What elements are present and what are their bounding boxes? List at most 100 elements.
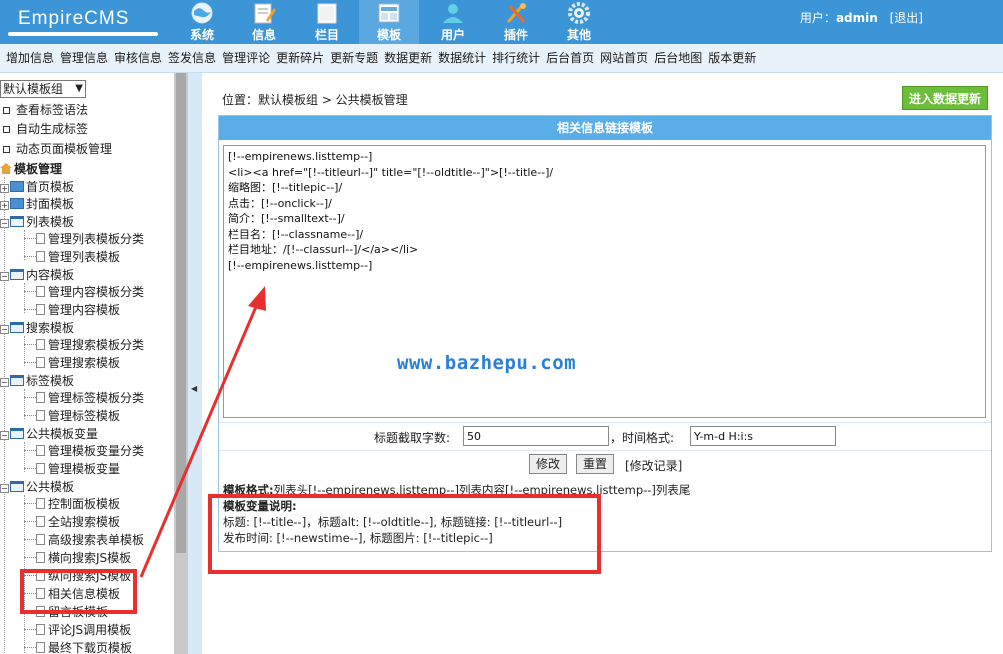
nav-template[interactable]: 模板	[359, 0, 419, 44]
nav-column[interactable]: 栏目	[297, 0, 357, 44]
annotation-box-variables	[208, 494, 601, 574]
tree-folder-cover-tpl[interactable]: + 封面模板	[0, 195, 74, 213]
tree-item-content-manage[interactable]: 管理内容模板	[24, 301, 120, 319]
nav-label: 其他	[566, 28, 591, 42]
tree-item-var-manage[interactable]: 管理模板变量	[24, 460, 120, 478]
tree-folder-public-tpl[interactable]: − 公共模板	[0, 478, 74, 496]
sidebar-link-tag-syntax[interactable]: 查看标签语法	[0, 101, 88, 119]
tree-item-label: 控制面板模板	[48, 497, 121, 511]
menu-update-fragments[interactable]: 更新碎片	[276, 44, 324, 73]
tree-folder-list-tpl[interactable]: − 列表模板	[0, 213, 74, 231]
tree-folder-content-tpl[interactable]: − 内容模板	[0, 266, 74, 284]
empirecms-logo[interactable]: EmpireCMS	[0, 0, 170, 44]
tree-item-label: 评论JS调用模板	[48, 623, 132, 637]
page-icon	[36, 624, 45, 635]
tree-item-download-page[interactable]: 最终下载页模板	[24, 639, 132, 654]
tree-item-list-manage[interactable]: 管理列表模板	[24, 248, 120, 266]
collapse-minus-icon: −	[0, 219, 9, 228]
page-icon	[36, 251, 45, 262]
sidebar-link-label: 自动生成标签	[16, 122, 89, 136]
action-row: 修改 重置 [修改记录]	[219, 450, 991, 476]
tree-item-label: 管理模板变量分类	[48, 444, 145, 458]
reset-button[interactable]: 重置	[576, 454, 615, 474]
time-format-input[interactable]	[690, 426, 836, 446]
tree-item-tag-class[interactable]: 管理标签模板分类	[24, 389, 144, 407]
tree-item-label: 全站搜索模板	[48, 515, 121, 529]
collapse-minus-icon: −	[0, 378, 9, 387]
logout-link[interactable]: [退出]	[890, 11, 923, 25]
logo-text: EmpireCMS	[18, 8, 130, 29]
menu-add-info[interactable]: 增加信息	[6, 44, 54, 73]
open-folder-icon	[10, 322, 24, 333]
tree-item-horizontal-search-js[interactable]: 横向搜索JS模板	[24, 549, 131, 567]
tree-folder-var-tpl[interactable]: − 公共模板变量	[0, 425, 98, 443]
frame-splitter[interactable]	[188, 73, 202, 654]
menu-audit-info[interactable]: 审核信息	[114, 44, 162, 73]
nav-system[interactable]: 系统	[172, 0, 232, 44]
template-group-select[interactable]: 默认模板组 ▼	[0, 80, 86, 98]
open-folder-icon	[10, 428, 24, 439]
watermark-text: www.bazhepu.com	[397, 352, 577, 374]
page-icon	[36, 392, 45, 403]
tree-connector	[24, 557, 36, 558]
collapse-minus-icon: −	[0, 484, 9, 493]
menu-data-stats[interactable]: 数据统计	[438, 44, 486, 73]
template-content-textarea[interactable]: [!--empirenews.listtemp--] <li><a href="…	[223, 145, 986, 418]
edit-button[interactable]: 修改	[529, 454, 568, 474]
tree-item-control-panel[interactable]: 控制面板模板	[24, 495, 120, 513]
tree-item-list-class[interactable]: 管理列表模板分类	[24, 230, 144, 248]
tree-folder-label: 标签模板	[26, 374, 75, 388]
tree-folder-tag-tpl[interactable]: − 标签模板	[0, 372, 74, 390]
tree-folder-search-tpl[interactable]: − 搜索模板	[0, 319, 74, 337]
menu-site-home[interactable]: 网站首页	[600, 44, 648, 73]
tree-folder-home-tpl[interactable]: + 首页模板	[0, 178, 74, 196]
menu-sign-info[interactable]: 签发信息	[168, 44, 216, 73]
nav-user[interactable]: 用户	[423, 0, 483, 44]
tree-item-search-class[interactable]: 管理搜索模板分类	[24, 336, 144, 354]
top-header: EmpireCMS 系统 信息 栏目 模板 用户 插件 其他 用户：admin …	[0, 0, 1003, 44]
tree-item-label: 管理列表模板分类	[48, 232, 145, 246]
tree-item-tag-manage[interactable]: 管理标签模板	[24, 407, 120, 425]
open-folder-icon	[10, 481, 24, 492]
sidebar-link-auto-tag[interactable]: 自动生成标签	[0, 120, 88, 138]
tree-item-site-search[interactable]: 全站搜索模板	[24, 513, 120, 531]
page-icon	[36, 339, 45, 350]
template-group-value: 默认模板组	[3, 82, 64, 96]
title-length-input[interactable]	[463, 426, 609, 446]
tree-item-label: 管理标签模板	[48, 409, 121, 423]
tree-item-var-class[interactable]: 管理模板变量分类	[24, 442, 144, 460]
page-icon	[36, 233, 45, 244]
settings-row: 标题截取字数: ，时间格式:	[219, 422, 991, 448]
panel-title: 相关信息链接模板	[219, 116, 991, 140]
tree-connector	[24, 397, 36, 398]
nav-other[interactable]: 其他	[549, 0, 609, 44]
home-icon	[0, 163, 12, 174]
scrollbar-thumb[interactable]	[176, 73, 186, 553]
sidebar-link-dynamic-page[interactable]: 动态页面模板管理	[0, 140, 112, 158]
edit-record-link[interactable]: [修改记录]	[625, 457, 682, 474]
menu-version-update[interactable]: 版本更新	[708, 44, 756, 73]
menu-update-topics[interactable]: 更新专题	[330, 44, 378, 73]
sidebar-link-label: 查看标签语法	[16, 103, 89, 117]
tree-item-label: 管理标签模板分类	[48, 391, 145, 405]
tree-item-label: 管理列表模板	[48, 250, 121, 264]
menu-admin-home[interactable]: 后台首页	[546, 44, 594, 73]
menu-manage-comments[interactable]: 管理评论	[222, 44, 270, 73]
menu-manage-info[interactable]: 管理信息	[60, 44, 108, 73]
menu-admin-map[interactable]: 后台地图	[654, 44, 702, 73]
tree-item-search-manage[interactable]: 管理搜索模板	[24, 354, 120, 372]
user-name: admin	[835, 11, 878, 25]
nav-plugin[interactable]: 插件	[486, 0, 546, 44]
enter-data-update-button[interactable]: 进入数据更新	[902, 86, 988, 110]
tree-item-advanced-search[interactable]: 高级搜索表单模板	[24, 531, 144, 549]
tree-item-comment-js[interactable]: 评论JS调用模板	[24, 621, 131, 639]
collapse-left-icon[interactable]: ◀	[191, 384, 197, 393]
menu-data-update[interactable]: 数据更新	[384, 44, 432, 73]
tree-root-template-manage[interactable]: 模板管理	[0, 160, 62, 178]
tree-item-content-class[interactable]: 管理内容模板分类	[24, 283, 144, 301]
collapse-minus-icon: −	[0, 325, 9, 334]
tree-connector	[24, 468, 36, 469]
menu-rank-stats[interactable]: 排行统计	[492, 44, 540, 73]
nav-info[interactable]: 信息	[234, 0, 294, 44]
breadcrumb: 位置：默认模板组 > 公共模板管理	[222, 93, 408, 107]
